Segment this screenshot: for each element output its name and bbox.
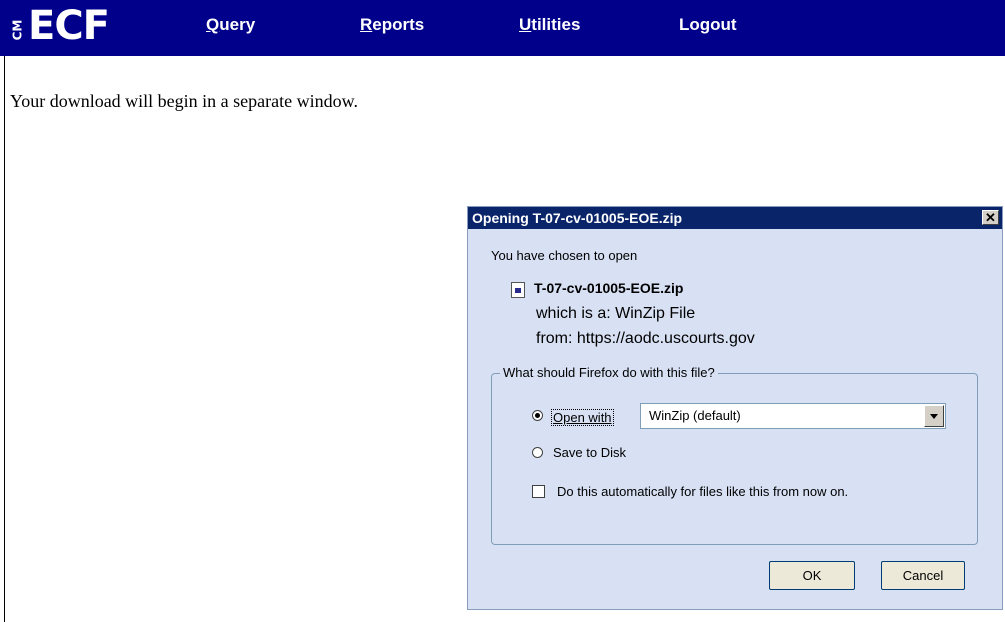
nav-query[interactable]: Query xyxy=(206,15,255,35)
action-group-label: What should Firefox do with this file? xyxy=(500,365,718,380)
ok-button[interactable]: OK xyxy=(769,561,855,590)
dialog-titlebar[interactable]: Opening T-07-cv-01005-EOE.zip ✕ xyxy=(468,207,1002,229)
file-name: T-07-cv-01005-EOE.zip xyxy=(534,280,684,296)
download-message: Your download will begin in a separate w… xyxy=(10,91,358,111)
open-with-label[interactable]: Open with xyxy=(551,409,614,426)
opening-file-dialog: Opening T-07-cv-01005-EOE.zip ✕ You have… xyxy=(467,206,1003,610)
save-to-disk-radio[interactable] xyxy=(532,447,543,458)
nav-logout[interactable]: Logout xyxy=(679,15,737,35)
open-with-value: WinZip (default) xyxy=(649,408,741,423)
top-navbar: CM ECF Query Reports Utilities Logout xyxy=(0,0,1005,56)
logo-ecf: ECF xyxy=(28,3,110,49)
nav-reports[interactable]: Reports xyxy=(360,15,424,35)
zip-file-icon xyxy=(511,282,525,298)
open-with-select[interactable]: WinZip (default) xyxy=(640,403,946,429)
auto-checkbox[interactable] xyxy=(532,485,545,498)
auto-checkbox-label[interactable]: Do this automatically for files like thi… xyxy=(557,484,848,499)
save-to-disk-label[interactable]: Save to Disk xyxy=(553,445,626,460)
file-source: from: https://aodc.uscourts.gov xyxy=(536,330,755,347)
open-with-radio[interactable] xyxy=(532,410,543,421)
logo-cm: CM xyxy=(10,19,24,41)
nav-utilities[interactable]: Utilities xyxy=(519,15,580,35)
close-icon[interactable]: ✕ xyxy=(982,210,999,225)
file-type: which is a: WinZip File xyxy=(536,305,696,322)
dialog-title: Opening T-07-cv-01005-EOE.zip xyxy=(472,210,683,226)
chosen-text: You have chosen to open xyxy=(491,248,638,263)
cancel-button[interactable]: Cancel xyxy=(881,561,965,590)
chevron-down-icon[interactable] xyxy=(924,405,944,427)
page-left-border xyxy=(4,0,5,622)
